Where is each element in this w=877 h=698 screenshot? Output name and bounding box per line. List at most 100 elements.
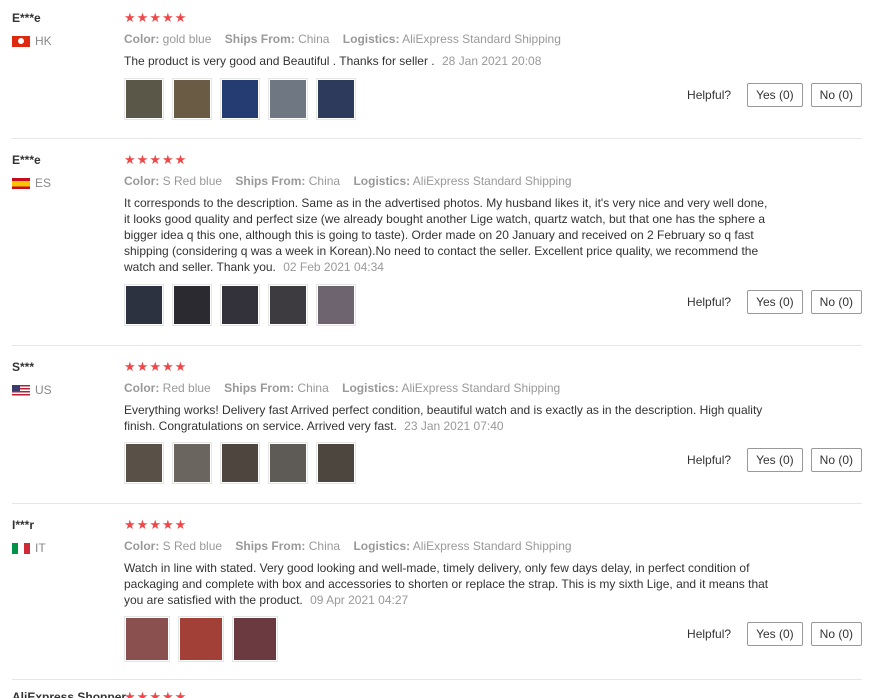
review-body: Watch in line with stated. Very good loo… [124,561,769,607]
reviewer-name: AliExpress Shopper [12,690,127,698]
star-icon: ★ [149,10,161,25]
logistics-label: Logistics: [342,381,399,395]
star-icon: ★ [161,10,174,25]
review-photo[interactable] [220,284,260,326]
order-info: Color: S Red blue Ships From: China Logi… [124,539,582,553]
order-info: Color: S Red blue Ships From: China Logi… [124,174,582,188]
country-code: ES [35,176,52,190]
ships-from-value: China [308,174,341,188]
review-photo[interactable] [220,442,260,484]
logistics-value: AliExpress Standard Shipping [401,381,561,395]
half-star-icon: ★ [174,359,187,374]
review-photo[interactable] [172,284,212,326]
review-date: 02 Feb 2021 04:34 [283,260,384,274]
logistics-value: AliExpress Standard Shipping [402,32,561,46]
star-rating: ★ ★ ★ ★ ★ [124,11,186,24]
helpful-no-button[interactable]: No (0) [810,622,862,646]
review-text: Everything works! Delivery fast Arrived … [124,402,774,434]
review-photo[interactable] [124,442,164,484]
ships-from-value: China [297,381,329,395]
star-icon: ★ [149,689,161,698]
review-photo[interactable] [316,284,356,326]
star-icon: ★ [124,689,136,698]
star-icon: ★ [136,517,149,532]
ships-from-label: Ships From: [224,32,295,46]
logistics-label: Logistics: [353,174,411,188]
review-date: 28 Jan 2021 20:08 [441,54,542,68]
review-photos [124,442,356,484]
star-icon: ★ [149,517,161,532]
helpful-yes-button[interactable]: Yes (0) [747,83,803,107]
review-photo[interactable] [124,284,164,326]
star-icon: ★ [124,152,136,167]
ships-from-label: Ships From: [224,381,295,395]
star-icon: ★ [161,689,174,698]
review-photos [124,78,356,120]
review-text: Watch in line with stated. Very good loo… [124,560,774,608]
helpful-no-button[interactable]: No (0) [810,290,862,314]
star-icon: ★ [136,689,149,698]
reviewer-name: E***e [12,153,41,167]
helpful-label: Helpful? [687,295,732,309]
star-icon: ★ [149,152,161,167]
review-item: I***r IT ★ ★ ★ ★ ★ Color: S Red blue Shi… [12,508,862,678]
logistics-value: AliExpress Standard Shipping [412,539,572,553]
review-photo[interactable] [268,284,308,326]
helpful-label: Helpful? [687,627,732,641]
helpful-yes-button[interactable]: Yes (0) [747,448,803,472]
star-icon: ★ [149,359,161,374]
star-icon: ★ [161,359,174,374]
review-photo[interactable] [316,78,356,120]
order-info: Color: Red blue Ships From: China Logist… [124,381,570,395]
star-icon: ★ [136,10,149,25]
review-photo[interactable] [220,78,260,120]
star-icon: ★ [124,517,136,532]
reviewer-country: HK [12,34,52,48]
review-photo[interactable] [316,442,356,484]
review-date: 23 Jan 2021 07:40 [404,419,504,433]
review-divider [12,138,862,139]
review-divider [12,345,862,346]
review-photo[interactable] [232,616,278,662]
star-rating: ★ ★ ★ ★ ★ [124,360,186,373]
review-divider [12,679,862,680]
color-value: S Red blue [162,539,223,553]
helpful-yes-button[interactable]: Yes (0) [747,622,803,646]
star-icon: ★ [136,359,149,374]
star-rating: ★ ★ ★ ★ ★ [124,518,186,531]
logistics-label: Logistics: [353,539,411,553]
order-info: Color: gold blue Ships From: China Logis… [124,32,571,46]
reviewer-country: US [12,383,52,397]
star-rating: ★ ★ ★ ★ ★ [124,690,186,698]
review-photo[interactable] [172,442,212,484]
color-label: Color: [124,32,160,46]
reviewer-name: E***e [12,11,41,25]
color-value: gold blue [162,32,212,46]
review-photos [124,616,278,662]
country-code: IT [35,541,46,555]
helpful-yes-button[interactable]: Yes (0) [747,290,803,314]
review-text: It corresponds to the description. Same … [124,195,774,275]
reviewer-country: ES [12,176,51,190]
star-rating: ★ ★ ★ ★ ★ [124,153,186,166]
reviewer-name: S*** [12,360,35,374]
star-icon: ★ [174,152,187,167]
star-icon: ★ [124,10,136,25]
helpful-no-button[interactable]: No (0) [810,448,862,472]
review-photo[interactable] [124,616,170,662]
review-photo[interactable] [172,78,212,120]
ships-from-value: China [308,539,341,553]
color-value: Red blue [162,381,211,395]
star-icon: ★ [174,689,187,698]
it-flag-icon [12,542,30,554]
logistics-value: AliExpress Standard Shipping [412,174,572,188]
review-photo[interactable] [268,442,308,484]
review-photo[interactable] [178,616,224,662]
review-body: It corresponds to the description. Same … [124,196,768,274]
review-photo[interactable] [268,78,308,120]
star-icon: ★ [124,359,136,374]
review-photo[interactable] [124,78,164,120]
helpful-vote: Helpful? Yes (0) No (0) [687,448,862,472]
helpful-no-button[interactable]: No (0) [810,83,862,107]
half-star-icon: ★ [174,10,187,25]
